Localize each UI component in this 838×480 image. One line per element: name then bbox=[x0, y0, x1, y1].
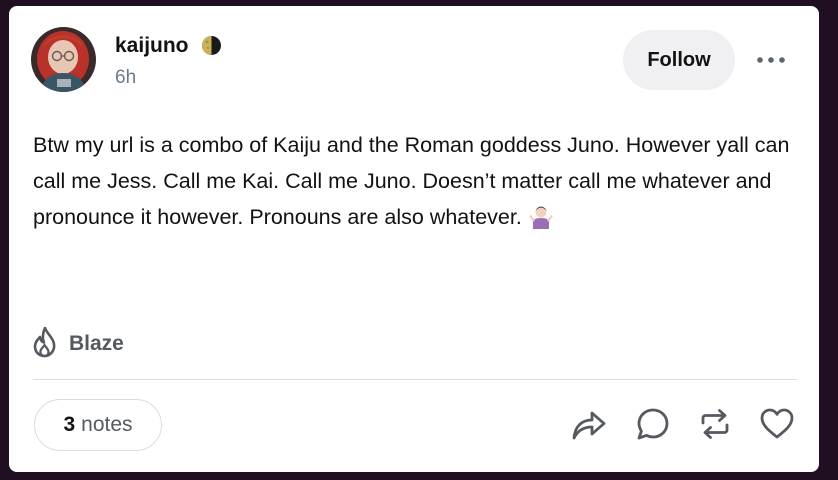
post-card: kaijuno 6h Follow Btw my url is a combo … bbox=[9, 6, 819, 472]
flame-icon bbox=[31, 326, 61, 363]
post-body: Btw my url is a combo of Kaiju and the R… bbox=[33, 127, 803, 235]
notes-label: notes bbox=[81, 413, 133, 436]
share-button[interactable] bbox=[570, 407, 608, 445]
avatar[interactable] bbox=[31, 27, 96, 92]
moon-icon bbox=[201, 35, 222, 56]
divider bbox=[33, 379, 797, 380]
share-icon bbox=[571, 407, 607, 446]
timestamp[interactable]: 6h bbox=[115, 67, 136, 89]
post-text: Btw my url is a combo of Kaiju and the R… bbox=[33, 133, 790, 229]
reblog-button[interactable] bbox=[696, 407, 734, 445]
like-button[interactable] bbox=[758, 407, 796, 445]
follow-button[interactable]: Follow bbox=[623, 30, 735, 90]
ellipsis-icon bbox=[756, 51, 786, 69]
reply-icon bbox=[636, 407, 670, 446]
person-shrugging-emoji bbox=[528, 203, 554, 229]
notes-count: 3 bbox=[63, 413, 76, 436]
username[interactable]: kaijuno bbox=[115, 34, 189, 58]
notes-button[interactable]: 3 notes bbox=[34, 399, 162, 451]
blaze-button[interactable]: Blaze bbox=[31, 326, 124, 362]
heart-icon bbox=[759, 407, 795, 446]
more-options-button[interactable] bbox=[753, 42, 789, 78]
blaze-label: Blaze bbox=[69, 332, 124, 355]
reply-button[interactable] bbox=[634, 407, 672, 445]
reblog-icon bbox=[697, 407, 733, 446]
